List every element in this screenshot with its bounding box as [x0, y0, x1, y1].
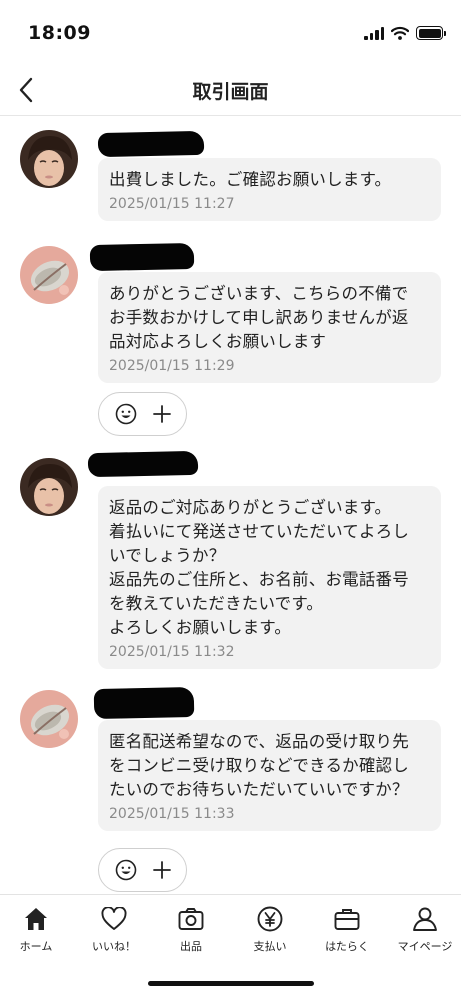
- tab-mypage[interactable]: マイページ: [387, 905, 461, 954]
- message-bubble: 返品のご対応ありがとうございます。 着払いにて発送させていただいてよろし いでし…: [98, 486, 441, 669]
- avatar[interactable]: [20, 458, 78, 516]
- add-reaction-button[interactable]: [98, 392, 187, 436]
- tab-likes[interactable]: いいね！: [76, 905, 152, 954]
- message-text: 返品のご対応ありがとうございます。 着払いにて発送させていただいてよろし いでし…: [109, 498, 410, 637]
- smiley-icon: [115, 859, 136, 881]
- message-timestamp: 2025/01/15 11:32: [109, 644, 235, 660]
- smiley-icon: [115, 403, 136, 425]
- message-text: 匿名配送希望なので、返品の受け取り先 をコンビニ受け取りなどできるか確認し たい…: [109, 732, 409, 799]
- tab-label: いいね！: [92, 940, 136, 953]
- wifi-icon: [391, 26, 409, 40]
- message-bubble: 出費しました。ご確認お願いします。 2025/01/15 11:27: [98, 158, 441, 221]
- plus-icon: [152, 405, 171, 423]
- page-title: 取引画面: [192, 81, 269, 103]
- avatar[interactable]: [20, 246, 78, 304]
- tab-label: マイページ: [397, 940, 453, 953]
- home-icon: [25, 908, 47, 930]
- camera-icon: [178, 908, 204, 930]
- message-timestamp: 2025/01/15 11:29: [109, 358, 235, 374]
- yen-icon: [257, 906, 283, 932]
- battery-icon: [416, 26, 446, 40]
- home-indicator: [148, 981, 314, 986]
- tab-label: ホーム: [19, 940, 53, 953]
- tab-payment[interactable]: 支払い: [232, 905, 308, 954]
- tab-home[interactable]: ホーム: [0, 905, 74, 954]
- tab-work[interactable]: はたらく: [309, 905, 385, 954]
- message-bubble: ありがとうございます、こちらの不備で お手数おかけして申し訳ありませんが返 品対…: [98, 272, 441, 383]
- add-reaction-button[interactable]: [98, 848, 187, 892]
- sender-name-redacted: [93, 686, 195, 720]
- nav-header: 取引画面: [0, 64, 461, 116]
- sender-name-redacted: [87, 450, 199, 478]
- tab-label: 支払い: [253, 940, 287, 953]
- avatar[interactable]: [20, 690, 78, 748]
- message-text: 出費しました。ご確認お願いします。: [109, 170, 392, 189]
- tab-label: はたらく: [325, 940, 369, 953]
- status-icons: [364, 26, 446, 40]
- briefcase-icon: [334, 909, 360, 930]
- plus-icon: [152, 861, 171, 879]
- person-icon: [413, 907, 437, 931]
- message-list[interactable]: 出費しました。ご確認お願いします。 2025/01/15 11:27 ありがとう…: [0, 116, 461, 894]
- cellular-signal-icon: [364, 26, 384, 40]
- message-timestamp: 2025/01/15 11:33: [109, 806, 235, 822]
- avatar[interactable]: [20, 130, 78, 188]
- heart-icon: [101, 907, 127, 930]
- sender-name-redacted: [97, 130, 205, 158]
- status-bar: 18:09: [0, 0, 461, 64]
- message-timestamp: 2025/01/15 11:27: [109, 196, 235, 212]
- message-text: ありがとうございます、こちらの不備で お手数おかけして申し訳ありませんが返 品対…: [109, 284, 409, 351]
- tab-sell[interactable]: 出品: [153, 905, 229, 954]
- status-time: 18:09: [28, 22, 91, 44]
- sender-name-redacted: [89, 242, 195, 272]
- message-bubble: 匿名配送希望なので、返品の受け取り先 をコンビニ受け取りなどできるか確認し たい…: [98, 720, 441, 831]
- tab-label: 出品: [180, 940, 202, 953]
